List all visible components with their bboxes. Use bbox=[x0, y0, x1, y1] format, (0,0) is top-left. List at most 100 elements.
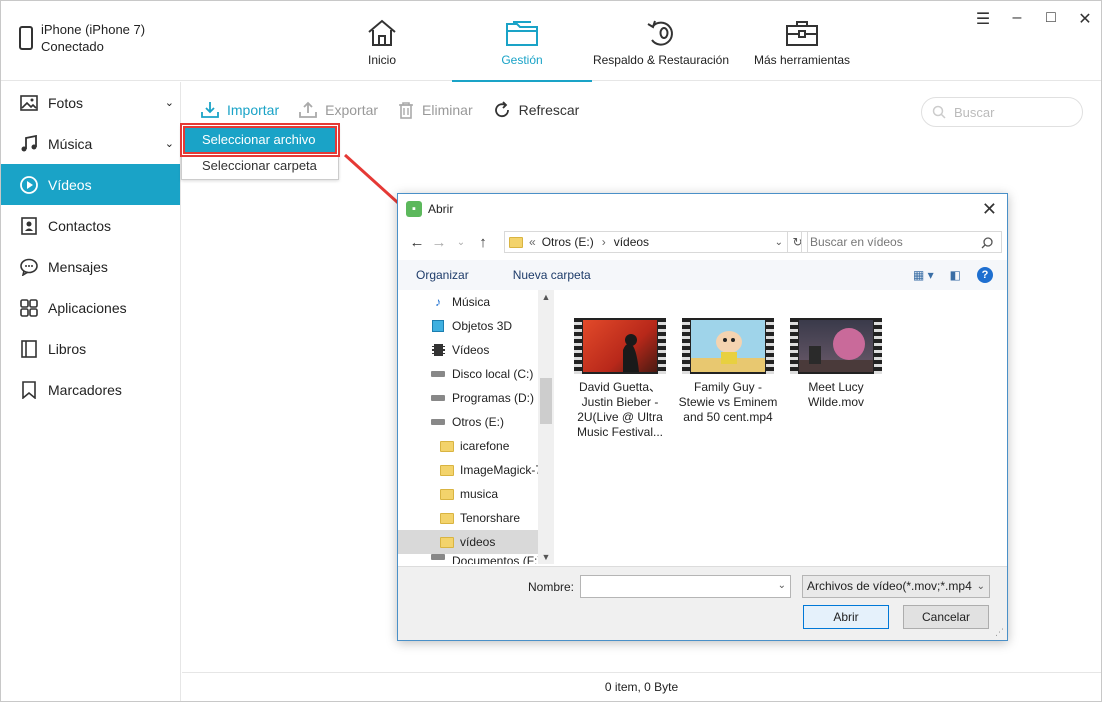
dialog-search-input[interactable]: Buscar en vídeos bbox=[801, 231, 1002, 253]
filename-input[interactable]: ⌄ bbox=[580, 575, 791, 598]
tree-scrollbar[interactable]: ▲ ▼ bbox=[538, 290, 554, 564]
music-note-icon: ♪ bbox=[435, 295, 441, 309]
back-arrow-icon[interactable]: ← bbox=[406, 234, 428, 251]
tree-item[interactable]: ImageMagick-7 bbox=[398, 458, 554, 482]
folder-icon bbox=[440, 464, 454, 476]
sidebar-item-marcadores[interactable]: Marcadores bbox=[1, 369, 180, 410]
tree-item[interactable]: ♪ Música bbox=[398, 290, 554, 314]
file-list: David Guetta、Justin Bieber - 2U(Live @ U… bbox=[558, 290, 1006, 564]
nav-inicio[interactable]: Inicio bbox=[341, 1, 423, 81]
sidebar-item-aplicaciones[interactable]: Aplicaciones bbox=[1, 287, 180, 328]
filename-label: Nombre: bbox=[528, 580, 575, 594]
menu-icon[interactable]: ☰ bbox=[975, 9, 991, 29]
tree-item[interactable]: Vídeos bbox=[398, 338, 554, 362]
folder-icon bbox=[505, 17, 539, 49]
sidebar-item-label: Libros bbox=[48, 340, 87, 357]
sidebar-item-videos[interactable]: Vídeos bbox=[1, 164, 180, 205]
up-arrow-icon[interactable]: ↑ bbox=[472, 234, 494, 251]
nav-gestion[interactable]: Gestión bbox=[452, 1, 592, 82]
open-button[interactable]: Abrir bbox=[803, 605, 889, 629]
app-window: iPhone (iPhone 7) Conectado Inicio Gesti… bbox=[0, 0, 1102, 702]
file-item[interactable]: Meet Lucy Wilde.mov bbox=[786, 318, 886, 410]
select-folder-menu-item[interactable]: Seleccionar carpeta bbox=[182, 152, 338, 179]
tree-item[interactable]: Objetos 3D bbox=[398, 314, 554, 338]
file-type-select[interactable]: Archivos de vídeo(*.mov;*.mp4 ⌄ bbox=[802, 575, 990, 598]
import-menu: Seleccionar archivo Seleccionar carpeta bbox=[181, 125, 339, 180]
tree-item[interactable]: Disco local (C:) bbox=[398, 362, 554, 386]
tree-item-selected[interactable]: vídeos bbox=[398, 530, 554, 554]
sidebar-item-fotos[interactable]: Fotos ⌄ bbox=[1, 82, 180, 123]
export-button[interactable]: Exportar bbox=[299, 101, 378, 119]
toolbar: Importar Exportar Eliminar Refrescar bbox=[201, 101, 599, 119]
help-icon[interactable]: ? bbox=[977, 267, 993, 283]
cancel-button[interactable]: Cancelar bbox=[903, 605, 989, 629]
maximize-icon[interactable]: □ bbox=[1043, 9, 1059, 29]
folder-icon bbox=[440, 536, 454, 548]
sidebar-item-label: Contactos bbox=[48, 217, 112, 234]
delete-button[interactable]: Eliminar bbox=[398, 101, 473, 119]
file-item[interactable]: Family Guy - Stewie vs Eminem and 50 cen… bbox=[678, 318, 778, 425]
restore-icon bbox=[644, 17, 678, 49]
folder-icon bbox=[509, 236, 523, 248]
window-controls: ☰ – □ ✕ bbox=[975, 9, 1093, 29]
sidebar-item-musica[interactable]: Música ⌄ bbox=[1, 123, 180, 164]
video-thumbnail bbox=[574, 318, 666, 374]
cube-icon bbox=[430, 320, 446, 332]
preview-pane-icon[interactable]: ◧ bbox=[950, 268, 961, 282]
apps-icon bbox=[19, 298, 39, 317]
breadcrumb-folder[interactable]: vídeos bbox=[614, 235, 649, 249]
tree-item[interactable]: icarefone bbox=[398, 434, 554, 458]
path-box[interactable]: « Otros (E:) › vídeos ⌄ bbox=[504, 231, 788, 253]
sidebar: Fotos ⌄ Música ⌄ Vídeos Contactos Mensaj… bbox=[1, 82, 181, 701]
forward-arrow-icon[interactable]: → bbox=[428, 234, 450, 251]
sidebar-item-contactos[interactable]: Contactos bbox=[1, 205, 180, 246]
folder-icon bbox=[440, 512, 454, 524]
sidebar-item-mensajes[interactable]: Mensajes bbox=[1, 246, 180, 287]
drive-icon bbox=[430, 554, 446, 560]
scroll-thumb[interactable] bbox=[540, 378, 552, 424]
tree-item[interactable]: Programas (D:) bbox=[398, 386, 554, 410]
nav-label: Inicio bbox=[367, 53, 396, 67]
chevron-down-icon[interactable]: ⌄ bbox=[165, 96, 174, 109]
address-bar: ← → ⌄ ↑ « Otros (E:) › vídeos ⌄ ↻ Buscar… bbox=[406, 230, 1002, 254]
refresh-icon bbox=[494, 101, 509, 118]
select-file-menu-item[interactable]: Seleccionar archivo bbox=[183, 126, 337, 154]
chevron-down-icon[interactable]: ⌄ bbox=[165, 137, 174, 150]
open-file-dialog: ▪ Abrir ✕ ← → ⌄ ↑ « Otros (E:) › vídeos … bbox=[397, 193, 1008, 641]
nav-label: Respaldo & Restauración bbox=[592, 53, 730, 67]
sidebar-item-label: Marcadores bbox=[48, 381, 122, 398]
tree-item[interactable]: musica bbox=[398, 482, 554, 506]
import-button[interactable]: Importar bbox=[201, 101, 279, 119]
close-icon[interactable]: ✕ bbox=[982, 199, 997, 220]
close-icon[interactable]: ✕ bbox=[1077, 9, 1093, 29]
folder-icon bbox=[440, 488, 454, 500]
device-info: iPhone (iPhone 7) Conectado bbox=[19, 21, 145, 55]
navigation-tree: ♪ Música Objetos 3D Vídeos Disco local (C… bbox=[398, 290, 554, 564]
trash-icon bbox=[399, 102, 414, 119]
tree-item[interactable]: Documentos (F:) bbox=[398, 554, 554, 564]
minimize-icon[interactable]: – bbox=[1009, 9, 1025, 29]
refresh-button[interactable]: Refrescar bbox=[493, 101, 579, 119]
search-input[interactable]: Buscar bbox=[921, 97, 1083, 127]
organize-button[interactable]: Organizar bbox=[416, 268, 469, 282]
view-options-icon[interactable]: ▦ ▾ bbox=[913, 268, 934, 282]
sidebar-item-libros[interactable]: Libros bbox=[1, 328, 180, 369]
new-folder-button[interactable]: Nueva carpeta bbox=[513, 268, 591, 282]
file-item[interactable]: David Guetta、Justin Bieber - 2U(Live @ U… bbox=[570, 318, 670, 440]
nav-respaldo[interactable]: Respaldo & Restauración bbox=[591, 1, 731, 81]
scroll-up-icon[interactable]: ▲ bbox=[538, 292, 554, 302]
home-icon bbox=[366, 17, 398, 49]
nav-herramientas[interactable]: Más herramientas bbox=[751, 1, 853, 81]
app-icon: ▪ bbox=[406, 201, 422, 217]
dialog-titlebar: ▪ Abrir bbox=[398, 194, 1007, 224]
resize-grip-icon[interactable]: ⋰ bbox=[995, 627, 1004, 638]
scroll-down-icon[interactable]: ▼ bbox=[538, 552, 554, 562]
file-name: Family Guy - Stewie vs Eminem and 50 cen… bbox=[678, 380, 778, 424]
tree-item[interactable]: Otros (E:) bbox=[398, 410, 554, 434]
file-name: David Guetta、Justin Bieber - 2U(Live @ U… bbox=[576, 380, 663, 439]
history-chevron-icon[interactable]: ⌄ bbox=[450, 237, 472, 248]
tree-item[interactable]: Tenorshare bbox=[398, 506, 554, 530]
breadcrumb-drive[interactable]: Otros (E:) bbox=[542, 235, 594, 249]
chevron-down-icon[interactable]: ⌄ bbox=[775, 237, 783, 248]
chevron-down-icon[interactable]: ⌄ bbox=[778, 580, 786, 591]
